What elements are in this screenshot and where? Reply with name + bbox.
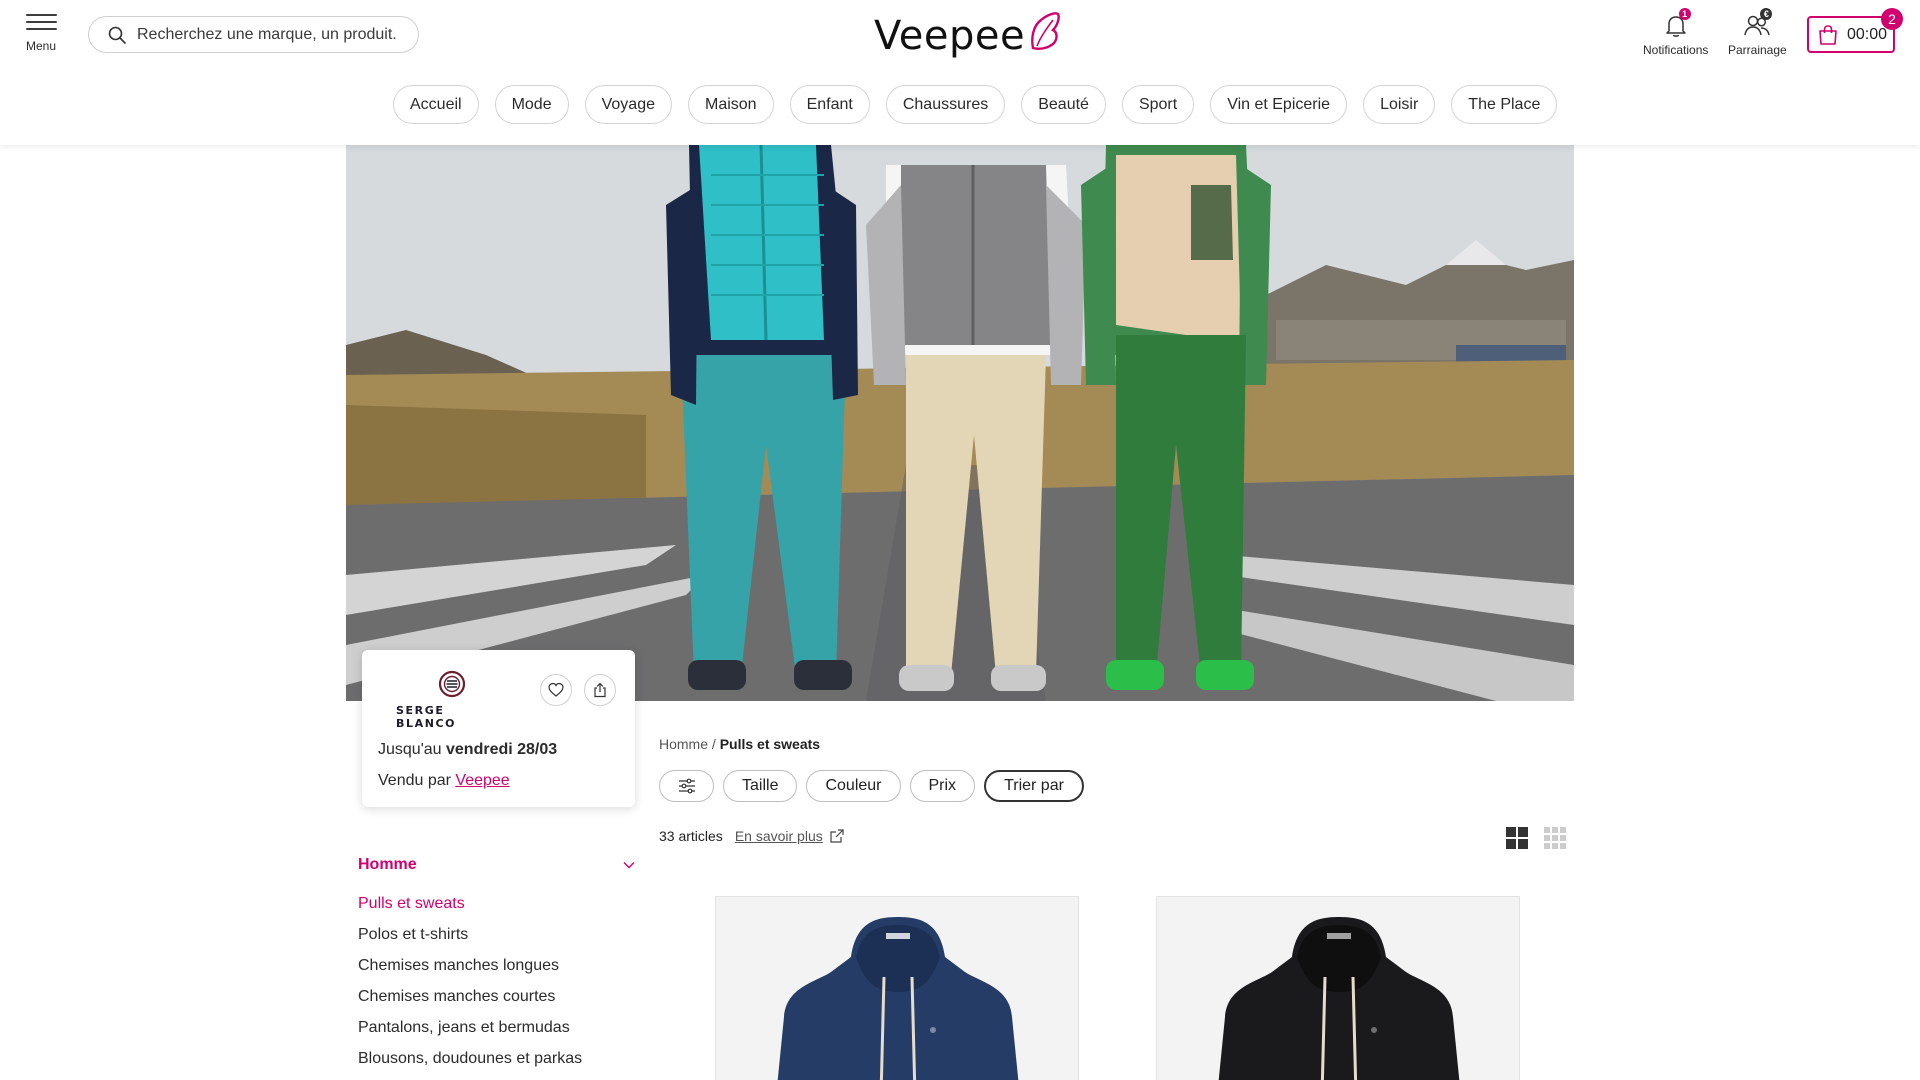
share-icon: [594, 682, 606, 698]
filter-couleur[interactable]: Couleur: [806, 770, 901, 802]
referral-label: Parrainage: [1728, 43, 1787, 57]
hamburger-icon: [25, 14, 57, 35]
nav-item-the-place[interactable]: The Place: [1451, 85, 1558, 124]
chevron-down-icon: [623, 862, 635, 869]
sidebar-item-pulls-et-sweats[interactable]: Pulls et sweats: [358, 895, 582, 926]
hero-image: [346, 145, 1574, 701]
breadcrumb-root[interactable]: Homme: [659, 736, 708, 752]
nav-item-voyage[interactable]: Voyage: [584, 85, 672, 124]
brand-logo: SERGE BLANCO: [396, 670, 508, 730]
category-nav: Accueil Mode Voyage Maison Enfant Chauss…: [393, 85, 1558, 124]
favorite-button[interactable]: [540, 674, 572, 706]
external-link-icon: [830, 829, 844, 843]
sale-end-date: Jusqu'au vendredi 28/03: [378, 741, 557, 759]
menu-label: Menu: [25, 39, 57, 53]
search-icon: [108, 26, 126, 44]
brand-card: SERGE BLANCO Jusqu'au vendredi 28/03 Ven…: [362, 650, 635, 807]
site-header: Menu Veepee 1 Notifications: [0, 0, 1920, 145]
sidebar-category-label: Homme: [358, 856, 417, 873]
nav-item-sport[interactable]: Sport: [1121, 85, 1195, 124]
sale-end-prefix: Jusqu'au: [378, 741, 442, 758]
search-input[interactable]: [137, 25, 397, 44]
breadcrumb: Homme / Pulls et sweats: [659, 736, 820, 752]
product-card[interactable]: [1156, 896, 1520, 1080]
seller-link[interactable]: Veepee: [455, 772, 509, 789]
notifications-button[interactable]: 1 Notifications: [1643, 8, 1709, 57]
sliders-icon: [678, 778, 695, 794]
filter-bar: Taille Couleur Prix Trier par: [659, 770, 1084, 802]
product-image-navy-hoodie: [777, 917, 1019, 1080]
view-toggle: [1505, 826, 1567, 850]
article-count: 33 articles: [659, 828, 723, 844]
sidebar-item-chemises-manches-courtes[interactable]: Chemises manches courtes: [358, 988, 582, 1019]
nav-item-enfant[interactable]: Enfant: [789, 85, 870, 124]
breadcrumb-current: Pulls et sweats: [719, 736, 821, 752]
hero-banner: [346, 145, 1574, 701]
notifications-badge: 1: [1678, 8, 1691, 20]
grid-large-icon[interactable]: [1505, 826, 1529, 850]
nav-item-mode[interactable]: Mode: [494, 85, 569, 124]
nav-item-chaussures[interactable]: Chaussures: [885, 85, 1006, 124]
results-info: 33 articles En savoir plus: [659, 828, 845, 844]
breadcrumb-separator: /: [711, 736, 716, 752]
sidebar-item-blousons-doudounes-parkas[interactable]: Blousons, doudounes et parkas: [358, 1050, 582, 1080]
filter-prix[interactable]: Prix: [909, 770, 976, 802]
referral-button[interactable]: € Parrainage: [1728, 8, 1787, 57]
nav-item-loisir[interactable]: Loisir: [1363, 85, 1436, 124]
filter-taille[interactable]: Taille: [723, 770, 798, 802]
brand-name: SERGE BLANCO: [396, 704, 457, 730]
heart-icon: [548, 682, 564, 697]
butterfly-icon: [1031, 12, 1060, 50]
cart-count-badge: 2: [1881, 8, 1903, 30]
all-filters-button[interactable]: [659, 770, 714, 802]
grid-small-icon[interactable]: [1543, 826, 1567, 850]
sidebar-item-polos-et-tshirts[interactable]: Polos et t-shirts: [358, 926, 582, 957]
sidebar-item-pantalons-jeans-bermudas[interactable]: Pantalons, jeans et bermudas: [358, 1019, 582, 1050]
cart-button[interactable]: 00:00 2: [1807, 8, 1903, 53]
product-image-black-hoodie: [1218, 917, 1460, 1080]
logo-text: Veepee: [874, 13, 1026, 59]
nav-item-accueil[interactable]: Accueil: [393, 85, 479, 124]
sale-end-value: vendredi 28/03: [446, 741, 558, 758]
sold-by: Vendu par Veepee: [378, 772, 510, 790]
notifications-label: Notifications: [1643, 43, 1709, 57]
learn-more-link[interactable]: En savoir plus: [735, 828, 823, 844]
cart-timer: 00:00: [1847, 25, 1888, 43]
sold-by-prefix: Vendu par: [378, 772, 451, 789]
shopping-bag-icon: [1819, 24, 1837, 45]
nav-item-maison[interactable]: Maison: [688, 85, 774, 124]
nav-item-beaute[interactable]: Beauté: [1021, 85, 1106, 124]
menu-button[interactable]: Menu: [20, 14, 62, 60]
share-button[interactable]: [584, 674, 616, 706]
product-card[interactable]: [715, 896, 1079, 1080]
search-bar[interactable]: [88, 16, 419, 53]
sidebar-category-homme[interactable]: Homme: [358, 856, 635, 874]
brand-emblem-icon: [438, 670, 466, 698]
sidebar-item-chemises-manches-longues[interactable]: Chemises manches longues: [358, 957, 582, 988]
sidebar-subcategories: Pulls et sweats Polos et t-shirts Chemis…: [358, 895, 582, 1080]
veepee-logo[interactable]: Veepee: [874, 6, 1061, 60]
nav-item-vin-et-epicerie[interactable]: Vin et Epicerie: [1210, 85, 1348, 124]
sort-button[interactable]: Trier par: [984, 770, 1084, 802]
